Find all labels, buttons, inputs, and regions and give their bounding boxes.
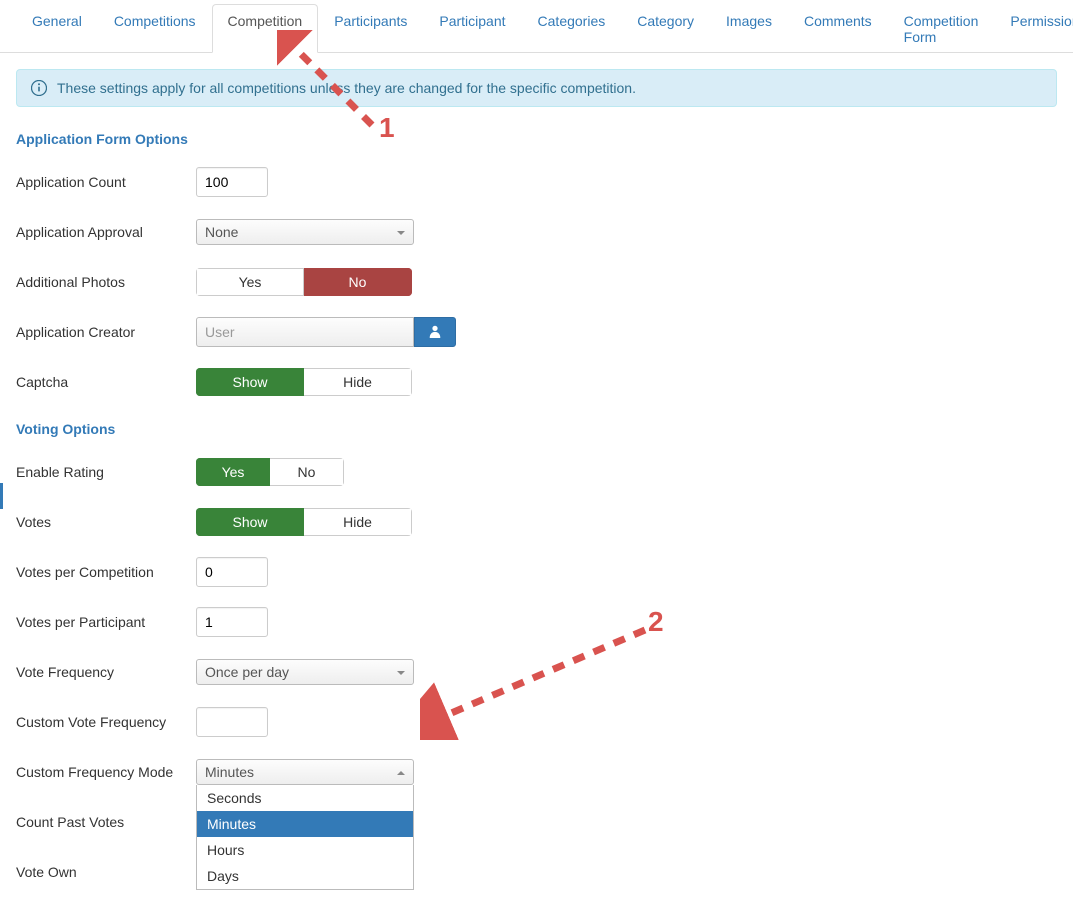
votes-show[interactable]: Show xyxy=(196,508,304,536)
count-past-votes-label: Count Past Votes xyxy=(16,814,196,830)
tab-participant[interactable]: Participant xyxy=(423,4,521,53)
custom-vote-frequency-input[interactable] xyxy=(196,707,268,737)
custom-frequency-mode-label: Custom Frequency Mode xyxy=(16,764,196,780)
section-voting-options: Voting Options xyxy=(16,421,1057,437)
application-creator-field[interactable]: User xyxy=(196,317,414,347)
votes-hide[interactable]: Hide xyxy=(304,508,412,536)
application-count-label: Application Count xyxy=(16,174,196,190)
custom-vote-frequency-label: Custom Vote Frequency xyxy=(16,714,196,730)
tab-general[interactable]: General xyxy=(16,4,98,53)
enable-rating-no[interactable]: No xyxy=(270,458,344,486)
chevron-down-icon xyxy=(397,664,405,680)
info-alert: These settings apply for all competition… xyxy=(16,69,1057,107)
application-approval-label: Application Approval xyxy=(16,224,196,240)
tab-competitions[interactable]: Competitions xyxy=(98,4,212,53)
votes-per-competition-input[interactable] xyxy=(196,557,268,587)
captcha-show[interactable]: Show xyxy=(196,368,304,396)
vote-frequency-label: Vote Frequency xyxy=(16,664,196,680)
application-count-input[interactable] xyxy=(196,167,268,197)
custom-frequency-mode-options: Seconds Minutes Hours Days xyxy=(196,785,414,890)
votes-per-participant-label: Votes per Participant xyxy=(16,614,196,630)
vote-frequency-select[interactable]: Once per day xyxy=(196,659,414,685)
additional-photos-no[interactable]: No xyxy=(304,268,412,296)
option-seconds[interactable]: Seconds xyxy=(197,785,413,811)
option-hours[interactable]: Hours xyxy=(197,837,413,863)
tab-category[interactable]: Category xyxy=(621,4,710,53)
application-approval-value: None xyxy=(205,224,238,240)
user-picker-button[interactable] xyxy=(414,317,456,347)
active-indicator xyxy=(0,483,3,509)
votes-label: Votes xyxy=(16,514,196,530)
tab-competition[interactable]: Competition xyxy=(212,4,319,53)
custom-frequency-mode-select[interactable]: Minutes xyxy=(196,759,414,785)
additional-photos-label: Additional Photos xyxy=(16,274,196,290)
tab-images[interactable]: Images xyxy=(710,4,788,53)
vote-own-label: Vote Own xyxy=(16,864,196,880)
votes-per-competition-label: Votes per Competition xyxy=(16,564,196,580)
tab-competition-form[interactable]: Competition Form xyxy=(888,4,995,53)
additional-photos-yes[interactable]: Yes xyxy=(196,268,304,296)
captcha-hide[interactable]: Hide xyxy=(304,368,412,396)
custom-frequency-mode-value: Minutes xyxy=(205,764,254,780)
application-approval-select[interactable]: None xyxy=(196,219,414,245)
tab-bar: General Competitions Competition Partici… xyxy=(0,0,1073,53)
info-icon xyxy=(31,80,47,96)
captcha-label: Captcha xyxy=(16,374,196,390)
user-icon xyxy=(428,324,442,341)
tab-comments[interactable]: Comments xyxy=(788,4,888,53)
enable-rating-yes[interactable]: Yes xyxy=(196,458,270,486)
tab-categories[interactable]: Categories xyxy=(522,4,622,53)
enable-rating-label: Enable Rating xyxy=(16,464,196,480)
section-application-form: Application Form Options xyxy=(16,131,1057,147)
vote-frequency-value: Once per day xyxy=(205,664,289,680)
tab-participants[interactable]: Participants xyxy=(318,4,423,53)
chevron-down-icon xyxy=(397,224,405,240)
option-days[interactable]: Days xyxy=(197,863,413,889)
application-creator-label: Application Creator xyxy=(16,324,196,340)
votes-per-participant-input[interactable] xyxy=(196,607,268,637)
chevron-up-icon xyxy=(397,764,405,780)
tab-permissions[interactable]: Permissions xyxy=(994,4,1073,53)
alert-text: These settings apply for all competition… xyxy=(57,80,636,96)
option-minutes[interactable]: Minutes xyxy=(197,811,413,837)
